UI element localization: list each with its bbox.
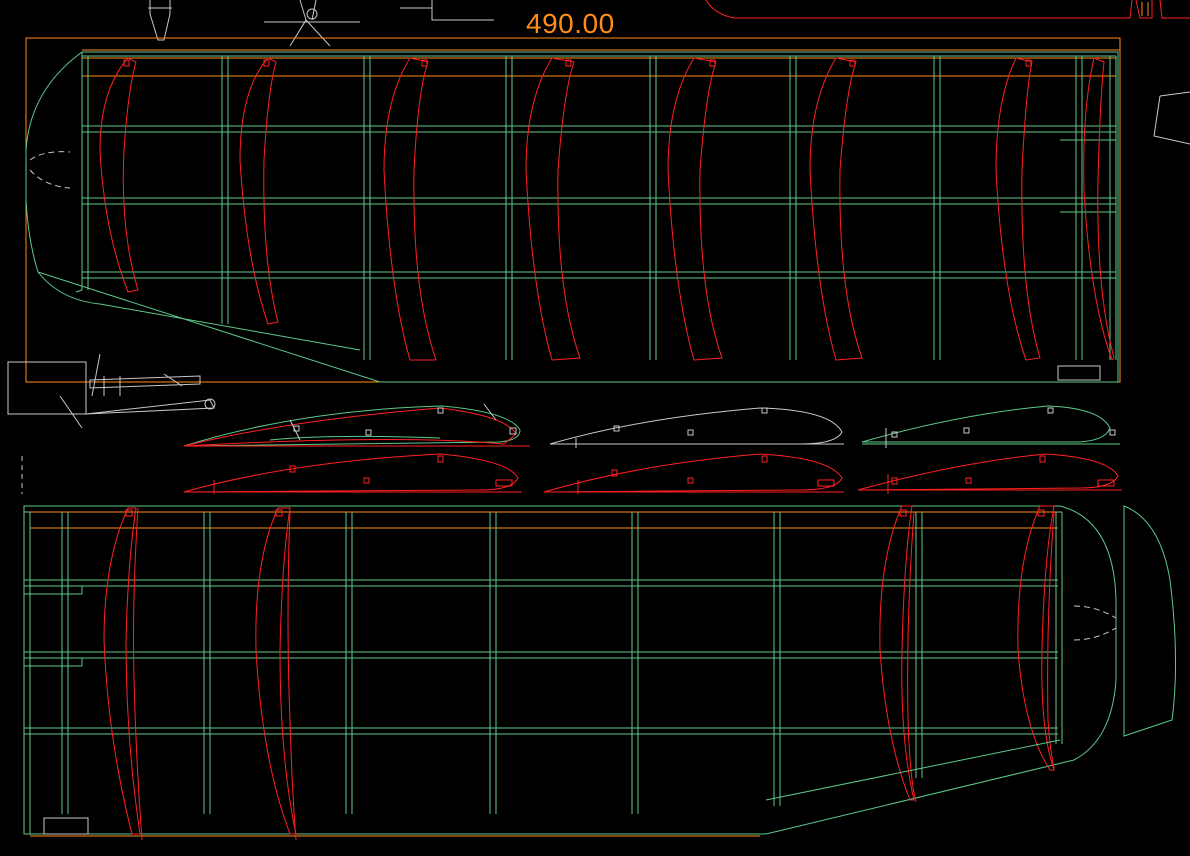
right-edge-sketch [1153,91,1190,145]
left-detail-sketch [7,353,216,429]
airfoil-sections[interactable] [183,403,1122,494]
airfoil-section-4 [183,453,522,494]
airfoil-section-5 [543,453,844,494]
lower-wing-outline [23,505,1117,835]
top-reference-sketches [148,0,494,47]
top-right-part-outline [705,0,1190,19]
upper-rib-stations [81,56,1117,360]
airfoil-section-2 [549,407,844,448]
lower-wing-panel[interactable] [23,505,1117,841]
upper-wing-panel[interactable] [25,37,1121,383]
airfoil-section-6 [857,453,1122,494]
upper-spars [82,55,1116,279]
airfoil-section-3 [861,405,1120,448]
wing-tip-piece[interactable] [1073,505,1177,737]
upper-rib-profiles [99,57,1115,361]
cad-drawing-canvas[interactable] [0,0,1190,856]
lower-rib-profiles [103,505,1055,841]
upper-dimension-frame [25,37,1121,383]
airfoil-section-1 [183,403,530,447]
